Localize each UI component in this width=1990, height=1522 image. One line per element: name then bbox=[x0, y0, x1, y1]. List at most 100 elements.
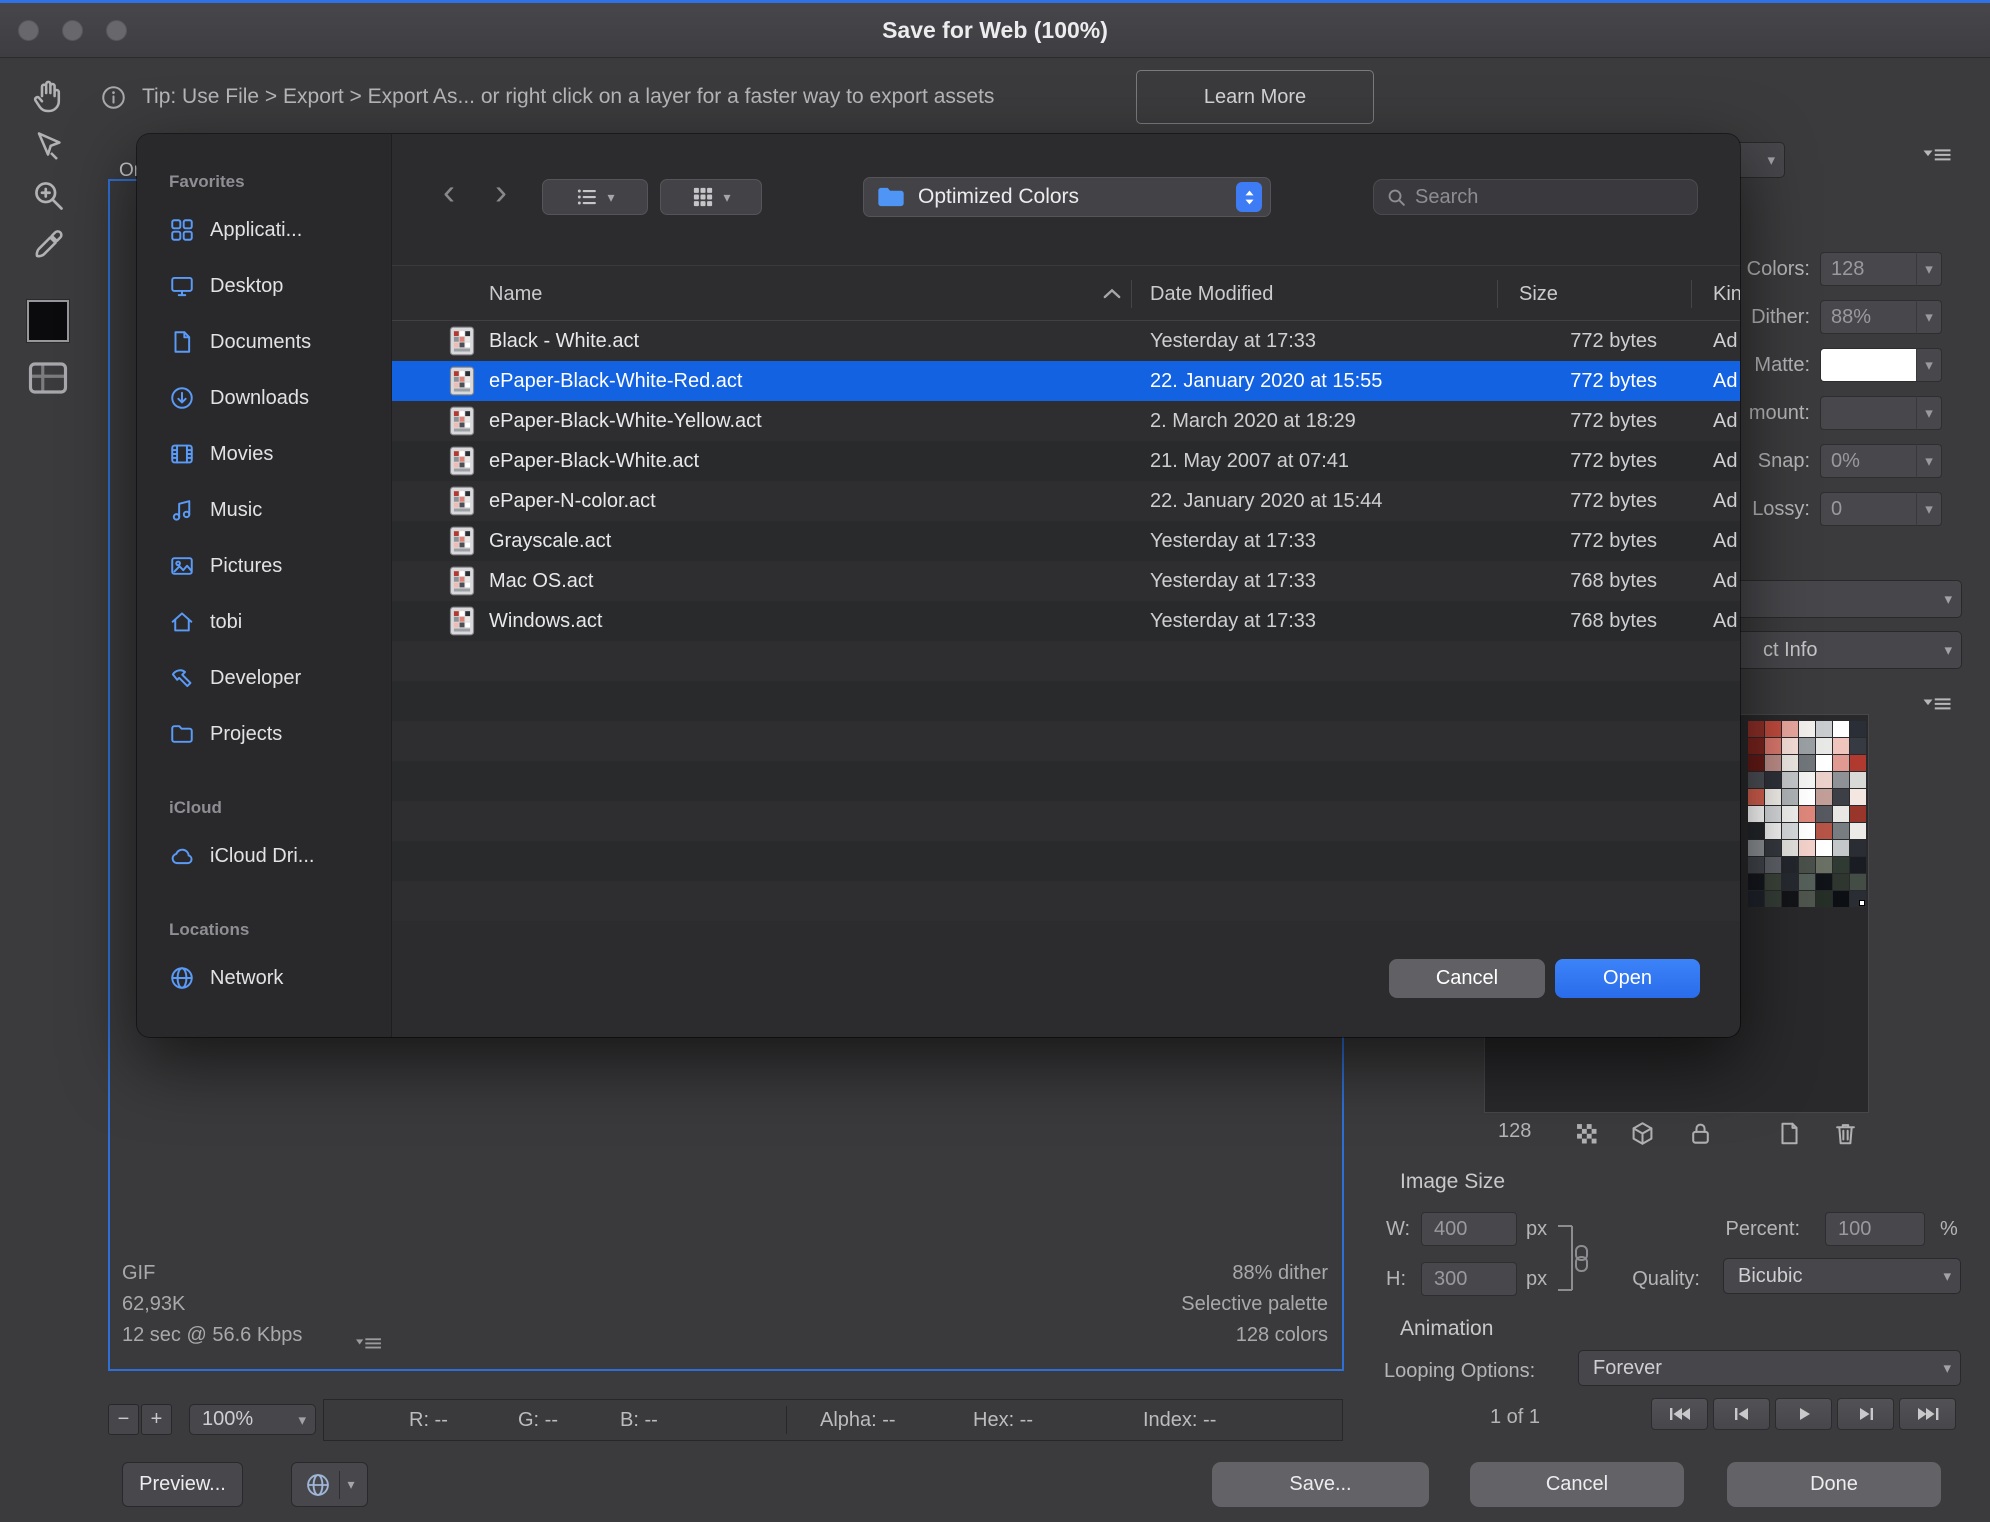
percent-field[interactable]: 100 bbox=[1825, 1212, 1925, 1246]
quality-dropdown[interactable]: Bicubic▾ bbox=[1723, 1258, 1961, 1294]
palette-swatch[interactable] bbox=[1833, 891, 1849, 907]
palette-swatch[interactable] bbox=[1799, 891, 1815, 907]
learn-more-button[interactable]: Learn More bbox=[1136, 70, 1374, 124]
option-value-field[interactable]: 0 bbox=[1820, 492, 1916, 526]
dropdown-caret-icon[interactable]: ▾ bbox=[1916, 252, 1942, 286]
palette-swatch[interactable] bbox=[1748, 772, 1764, 788]
palette-swatch[interactable] bbox=[1816, 806, 1832, 822]
palette-swatch[interactable] bbox=[1765, 874, 1781, 890]
slice-select-tool-icon[interactable] bbox=[30, 129, 66, 165]
palette-swatch[interactable] bbox=[1799, 721, 1815, 737]
sidebar-item-developer[interactable]: Developer bbox=[137, 650, 391, 706]
palette-swatch[interactable] bbox=[1799, 755, 1815, 771]
palette-swatch[interactable] bbox=[1816, 840, 1832, 856]
back-button[interactable]: ‹ bbox=[443, 172, 455, 212]
last-frame-button[interactable] bbox=[1899, 1398, 1956, 1430]
palette-swatch[interactable] bbox=[1748, 874, 1764, 890]
option-value-field[interactable]: 0% bbox=[1820, 444, 1916, 478]
palette-swatch[interactable] bbox=[1799, 772, 1815, 788]
option-value-field[interactable]: 128 bbox=[1820, 252, 1916, 286]
column-date-modified[interactable]: Date Modified bbox=[1150, 266, 1273, 322]
palette-swatch[interactable] bbox=[1850, 789, 1866, 805]
palette-swatch[interactable] bbox=[1748, 891, 1764, 907]
zoom-in-button[interactable]: + bbox=[141, 1404, 172, 1435]
palette-swatch[interactable] bbox=[1782, 789, 1798, 805]
palette-swatch[interactable] bbox=[1799, 789, 1815, 805]
column-name[interactable]: Name bbox=[489, 266, 542, 322]
zoom-out-button[interactable]: − bbox=[108, 1404, 139, 1435]
palette-action-checker-icon[interactable] bbox=[1573, 1120, 1600, 1147]
palette-swatch[interactable] bbox=[1748, 806, 1764, 822]
palette-swatch[interactable] bbox=[1748, 857, 1764, 873]
sidebar-item-desktop[interactable]: Desktop bbox=[137, 258, 391, 314]
palette-swatch[interactable] bbox=[1816, 823, 1832, 839]
palette-swatch[interactable] bbox=[1782, 840, 1798, 856]
toggle-slices-icon[interactable] bbox=[27, 360, 69, 396]
file-row[interactable]: Windows.actYesterday at 17:33768 bytesAd bbox=[392, 601, 1740, 641]
palette-swatch[interactable] bbox=[1833, 806, 1849, 822]
dropdown-caret-icon[interactable]: ▾ bbox=[1916, 444, 1942, 478]
search-field[interactable] bbox=[1373, 179, 1698, 215]
search-input[interactable] bbox=[1415, 186, 1685, 209]
palette-swatch[interactable] bbox=[1850, 755, 1866, 771]
done-button[interactable]: Done bbox=[1727, 1462, 1941, 1507]
palette-swatch[interactable] bbox=[1782, 806, 1798, 822]
palette-swatch[interactable] bbox=[1833, 738, 1849, 754]
palette-action-new-page-icon[interactable] bbox=[1776, 1120, 1803, 1147]
looping-dropdown[interactable]: Forever▾ bbox=[1578, 1350, 1961, 1386]
palette-action-cube-icon[interactable] bbox=[1629, 1120, 1656, 1147]
file-row[interactable]: Grayscale.actYesterday at 17:33772 bytes… bbox=[392, 521, 1740, 561]
palette-action-trash-icon[interactable] bbox=[1832, 1120, 1859, 1147]
dialog-open-button[interactable]: Open bbox=[1555, 959, 1700, 998]
option-value-field[interactable] bbox=[1820, 348, 1916, 382]
palette-swatch[interactable] bbox=[1833, 874, 1849, 890]
palette-swatch[interactable] bbox=[1748, 823, 1764, 839]
dropdown-caret-icon[interactable]: ▾ bbox=[1916, 492, 1942, 526]
column-kind[interactable]: Kin bbox=[1713, 266, 1740, 322]
dialog-cancel-button[interactable]: Cancel bbox=[1389, 959, 1545, 998]
palette-swatch[interactable] bbox=[1782, 874, 1798, 890]
palette-swatch[interactable] bbox=[1833, 772, 1849, 788]
palette-swatch[interactable] bbox=[1850, 721, 1866, 737]
save-button[interactable]: Save... bbox=[1212, 1462, 1429, 1507]
hand-tool-icon[interactable] bbox=[30, 78, 66, 114]
dropdown-caret-icon[interactable]: ▾ bbox=[1916, 396, 1942, 430]
zoom-level-dropdown[interactable]: 100%▾ bbox=[189, 1404, 316, 1435]
file-row[interactable]: ePaper-N-color.act22. January 2020 at 15… bbox=[392, 481, 1740, 521]
browser-preview-button[interactable]: ▾ bbox=[291, 1462, 368, 1507]
palette-swatch[interactable] bbox=[1748, 840, 1764, 856]
palette-action-lock-icon[interactable] bbox=[1687, 1120, 1714, 1147]
sidebar-item-network[interactable]: Network bbox=[137, 950, 391, 1006]
first-frame-button[interactable] bbox=[1651, 1398, 1708, 1430]
dropdown-caret-icon[interactable]: ▾ bbox=[1916, 300, 1942, 334]
palette-swatch[interactable] bbox=[1765, 823, 1781, 839]
palette-swatch[interactable] bbox=[1765, 789, 1781, 805]
palette-swatch[interactable] bbox=[1765, 840, 1781, 856]
color-table-menu-icon[interactable] bbox=[1922, 695, 1952, 713]
palette-swatch[interactable] bbox=[1799, 857, 1815, 873]
palette-swatch[interactable] bbox=[1833, 857, 1849, 873]
play-button[interactable] bbox=[1775, 1398, 1832, 1430]
palette-swatch[interactable] bbox=[1816, 772, 1832, 788]
eyedropper-color-swatch[interactable] bbox=[27, 300, 69, 342]
sidebar-item-icloud-drive[interactable]: iCloud Dri... bbox=[137, 828, 391, 884]
palette-swatch[interactable] bbox=[1850, 874, 1866, 890]
palette-swatch[interactable] bbox=[1850, 840, 1866, 856]
group-view-button[interactable]: ▾ bbox=[660, 179, 762, 215]
sidebar-item-music[interactable]: Music bbox=[137, 482, 391, 538]
preview-info-menu-icon[interactable] bbox=[356, 1336, 383, 1351]
preview-button[interactable]: Preview... bbox=[122, 1462, 243, 1507]
constrain-proportions-icon[interactable] bbox=[1556, 1216, 1592, 1300]
palette-swatch[interactable] bbox=[1833, 789, 1849, 805]
palette-swatch[interactable] bbox=[1850, 891, 1866, 907]
file-row[interactable]: ePaper-Black-White-Yellow.act2. March 20… bbox=[392, 401, 1740, 441]
palette-swatch[interactable] bbox=[1816, 721, 1832, 737]
option-value-field[interactable] bbox=[1820, 396, 1916, 430]
palette-swatch[interactable] bbox=[1748, 721, 1764, 737]
sidebar-item-downloads[interactable]: Downloads bbox=[137, 370, 391, 426]
palette-swatch[interactable] bbox=[1765, 891, 1781, 907]
height-field[interactable]: 300 bbox=[1421, 1262, 1517, 1296]
palette-swatch[interactable] bbox=[1799, 806, 1815, 822]
palette-swatch[interactable] bbox=[1748, 789, 1764, 805]
palette-swatch[interactable] bbox=[1782, 857, 1798, 873]
